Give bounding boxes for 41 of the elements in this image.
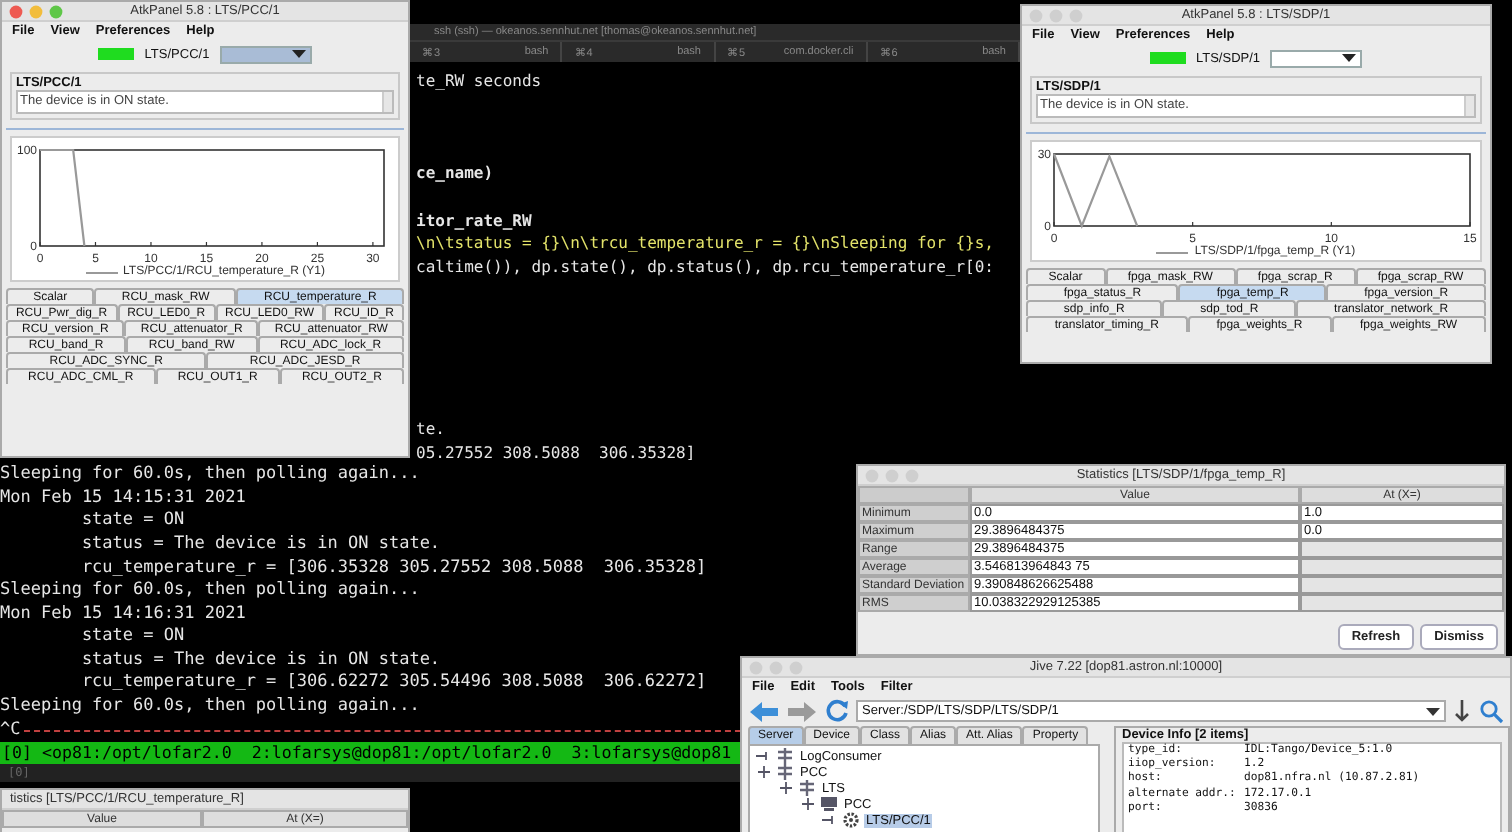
terminal-line: ce_name) <box>416 162 494 186</box>
chart-line <box>1052 153 1139 229</box>
terminal-line: caltime()), dp.state(), dp.status(), dp.rcu_temperature_r[0: <box>416 255 994 279</box>
tree-handle-icon[interactable] <box>800 798 816 810</box>
tree-handle-icon[interactable] <box>756 750 772 762</box>
forward-arrow-icon[interactable] <box>786 699 818 723</box>
terminal-line: te. <box>416 417 445 442</box>
terminal-line: \n\tstatus = {}\n\trcu_temperature_r = {}\nSleeping for {}s, <box>416 232 994 256</box>
terminal-line: Mon Feb 15 14:15:31 2021 <box>0 487 246 511</box>
caret-icon <box>1426 705 1440 717</box>
terminal-line: status = The device is in ON state. <box>79 649 441 673</box>
terminal-line: itor_rate_RW <box>416 209 532 233</box>
terminal-line: Sleeping for 60.0s, then polling again... <box>0 580 420 604</box>
command-dropdown[interactable] <box>219 45 312 63</box>
caret-icon <box>1342 52 1357 64</box>
terminal-line: 05.27552 308.5088 306.35328] <box>416 441 696 465</box>
terminal-line: rcu_temperature_r = [306.62272 305.54496 308.5088 306.62272] <box>79 672 707 697</box>
scrollbar[interactable] <box>1464 96 1474 116</box>
tree-handle-icon[interactable] <box>778 782 794 794</box>
back-arrow-icon[interactable] <box>748 699 780 723</box>
gear-icon <box>842 812 860 828</box>
computer-icon <box>820 796 838 812</box>
down-arrow-icon[interactable] <box>1452 698 1472 724</box>
terminal-line: rcu_temperature_r = [306.35328 305.27552 308.5088 306.35328] <box>79 557 707 581</box>
terminal-line: state = ON <box>79 626 185 650</box>
chart-line <box>39 148 85 247</box>
terminal-line: ^C <box>0 719 21 743</box>
terminal-line: Sleeping for 60.0s, then polling again... <box>0 464 420 488</box>
scrollbar[interactable] <box>382 92 392 112</box>
command-dropdown[interactable] <box>1270 49 1363 67</box>
tree-handle-icon[interactable] <box>756 766 772 778</box>
caret-icon <box>291 48 306 60</box>
refresh-icon[interactable] <box>824 698 850 724</box>
terminal-line: Sleeping for 60.0s, then polling again... <box>0 696 420 720</box>
tree-handle-icon[interactable] <box>822 814 838 826</box>
terminal-line: te_RW seconds <box>416 70 542 94</box>
terminal-line: status = The device is in ON state. <box>79 533 441 558</box>
search-icon[interactable] <box>1478 698 1504 724</box>
terminal-line: Mon Feb 15 14:16:31 2021 <box>0 603 246 627</box>
terminal-line: state = ON <box>79 510 185 534</box>
window-controls-icon[interactable] <box>8 4 68 20</box>
